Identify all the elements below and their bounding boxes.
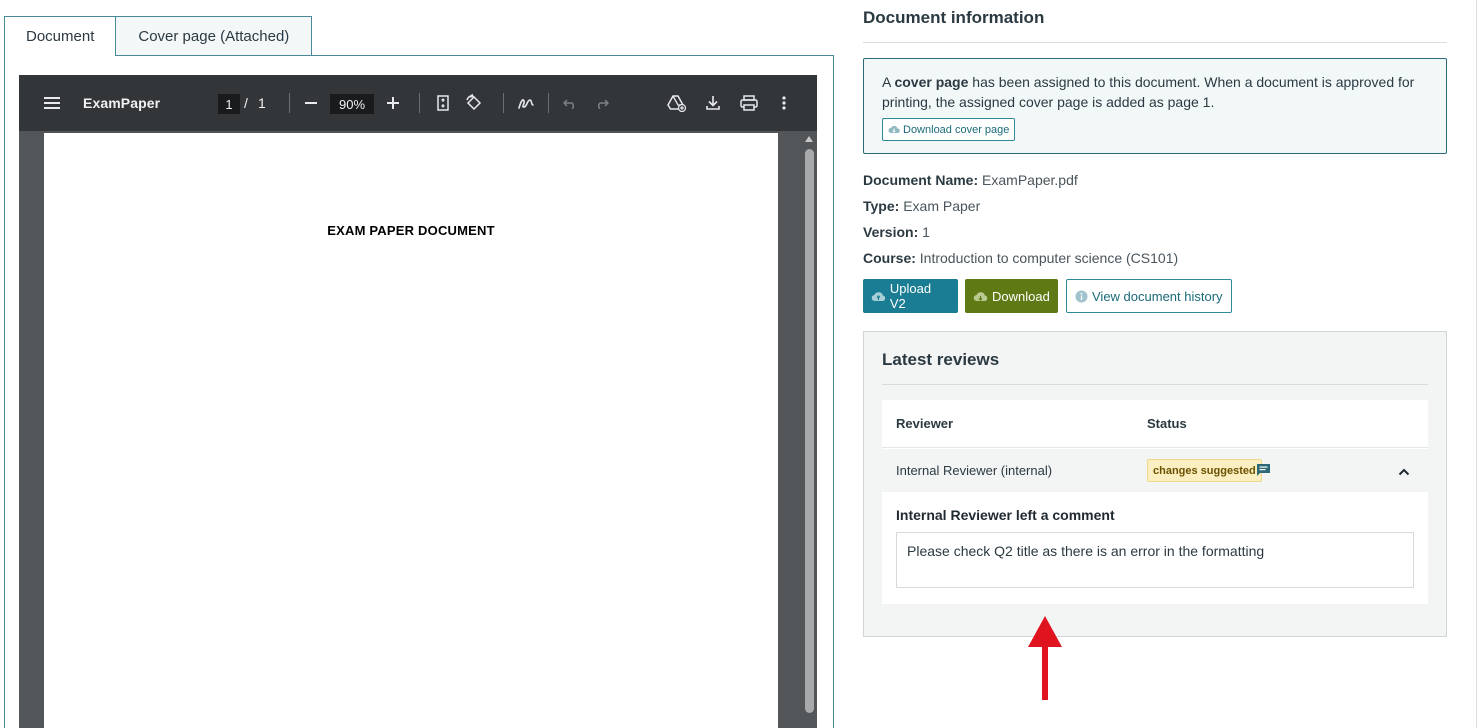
download-button[interactable]: Download — [965, 279, 1058, 313]
fit-page-icon[interactable] — [433, 75, 453, 131]
reviews-table: Reviewer Status Internal Reviewer (inter… — [882, 400, 1428, 604]
meta-document-name: Document Name: ExamPaper.pdf — [863, 172, 1078, 188]
column-status: Status — [1147, 416, 1187, 431]
download-label: Download — [992, 288, 1050, 304]
zoom-in-icon[interactable] — [383, 75, 403, 131]
drive-add-icon[interactable] — [666, 75, 688, 131]
upload-v2-button[interactable]: Upload V2 — [863, 279, 958, 313]
meta-value: Exam Paper — [903, 198, 981, 214]
download-cover-page-label: Download cover page — [903, 123, 1010, 136]
info-icon — [1075, 290, 1088, 302]
toolbar-divider — [503, 93, 504, 113]
meta-type: Type: Exam Paper — [863, 198, 980, 214]
redo-icon[interactable] — [592, 75, 612, 131]
page-number-input[interactable]: 1 — [218, 94, 240, 114]
undo-icon[interactable] — [560, 75, 580, 131]
meta-course: Course: Introduction to computer science… — [863, 250, 1178, 266]
reviews-table-header: Reviewer Status — [882, 400, 1428, 448]
meta-value: 1 — [922, 224, 930, 240]
meta-key: Document Name: — [863, 172, 979, 188]
tab-cover-page[interactable]: Cover page (Attached) — [115, 16, 313, 55]
menu-icon[interactable] — [41, 75, 63, 131]
page-edge-divider — [1476, 0, 1477, 728]
meta-value: ExamPaper.pdf — [982, 172, 1078, 188]
print-icon[interactable] — [738, 75, 760, 131]
latest-reviews-title: Latest reviews — [882, 350, 1000, 369]
meta-key: Type: — [863, 198, 900, 214]
comment-icon[interactable] — [1256, 463, 1271, 480]
scroll-thumb[interactable] — [805, 149, 814, 713]
latest-reviews-panel: Latest reviews Reviewer Status Internal … — [863, 331, 1447, 637]
cloud-download-icon — [973, 291, 988, 301]
meta-key: Course: — [863, 250, 916, 266]
page-separator: / — [244, 95, 248, 111]
meta-version: Version: 1 — [863, 224, 930, 240]
divider — [882, 384, 1428, 385]
toolbar-divider — [419, 93, 420, 113]
pdf-page: EXAM PAPER DOCUMENT — [44, 133, 778, 728]
cloud-upload-icon — [871, 291, 886, 301]
comment-text: Please check Q2 title as there is an err… — [896, 532, 1414, 588]
zoom-input[interactable]: 90% — [330, 94, 374, 114]
rotate-icon[interactable] — [463, 75, 485, 131]
more-icon[interactable] — [776, 75, 792, 131]
annotate-icon[interactable] — [515, 75, 537, 131]
notice-bold-text: cover page — [894, 74, 969, 90]
red-arrow-icon — [1028, 616, 1062, 700]
pdf-toolbar: ExamPaper 1 / 1 90% — [19, 75, 817, 131]
tab-document[interactable]: Document — [4, 16, 117, 56]
download-cover-page-button[interactable]: Download cover page — [882, 118, 1016, 141]
zoom-out-icon[interactable] — [301, 75, 321, 131]
table-row[interactable]: Internal Reviewer (internal) changes sug… — [882, 449, 1428, 492]
document-info-title: Document information — [863, 8, 1045, 27]
scroll-up-arrow-icon[interactable] — [805, 136, 813, 142]
cover-page-notice: A cover page has been assigned to this d… — [863, 58, 1447, 154]
comment-title: Internal Reviewer left a comment — [896, 507, 1115, 523]
status-badge: changes suggested — [1147, 459, 1262, 482]
notice-text: A — [882, 74, 895, 90]
pdf-viewer: ExamPaper 1 / 1 90% EXAM PAPER DOCUMENT — [19, 75, 817, 728]
meta-value: Introduction to computer science (CS101) — [919, 250, 1179, 266]
chevron-up-icon[interactable] — [1398, 464, 1410, 479]
document-tabs: Document Cover page (Attached) — [4, 16, 313, 56]
divider — [863, 42, 1447, 43]
toolbar-divider — [548, 93, 549, 113]
page-total: 1 — [258, 95, 266, 111]
cloud-download-icon — [888, 126, 900, 133]
column-reviewer: Reviewer — [896, 416, 954, 431]
toolbar-divider — [289, 93, 290, 113]
pdf-scrollbar[interactable] — [802, 133, 817, 728]
reviewer-name: Internal Reviewer (internal) — [896, 463, 1053, 478]
pdf-title: ExamPaper — [83, 95, 161, 111]
view-document-history-button[interactable]: View document history — [1066, 279, 1232, 313]
view-document-history-label: View document history — [1092, 288, 1223, 304]
download-icon[interactable] — [703, 75, 723, 131]
meta-key: Version: — [863, 224, 919, 240]
pdf-page-heading: EXAM PAPER DOCUMENT — [327, 223, 495, 238]
upload-v2-label: Upload V2 — [889, 281, 932, 311]
